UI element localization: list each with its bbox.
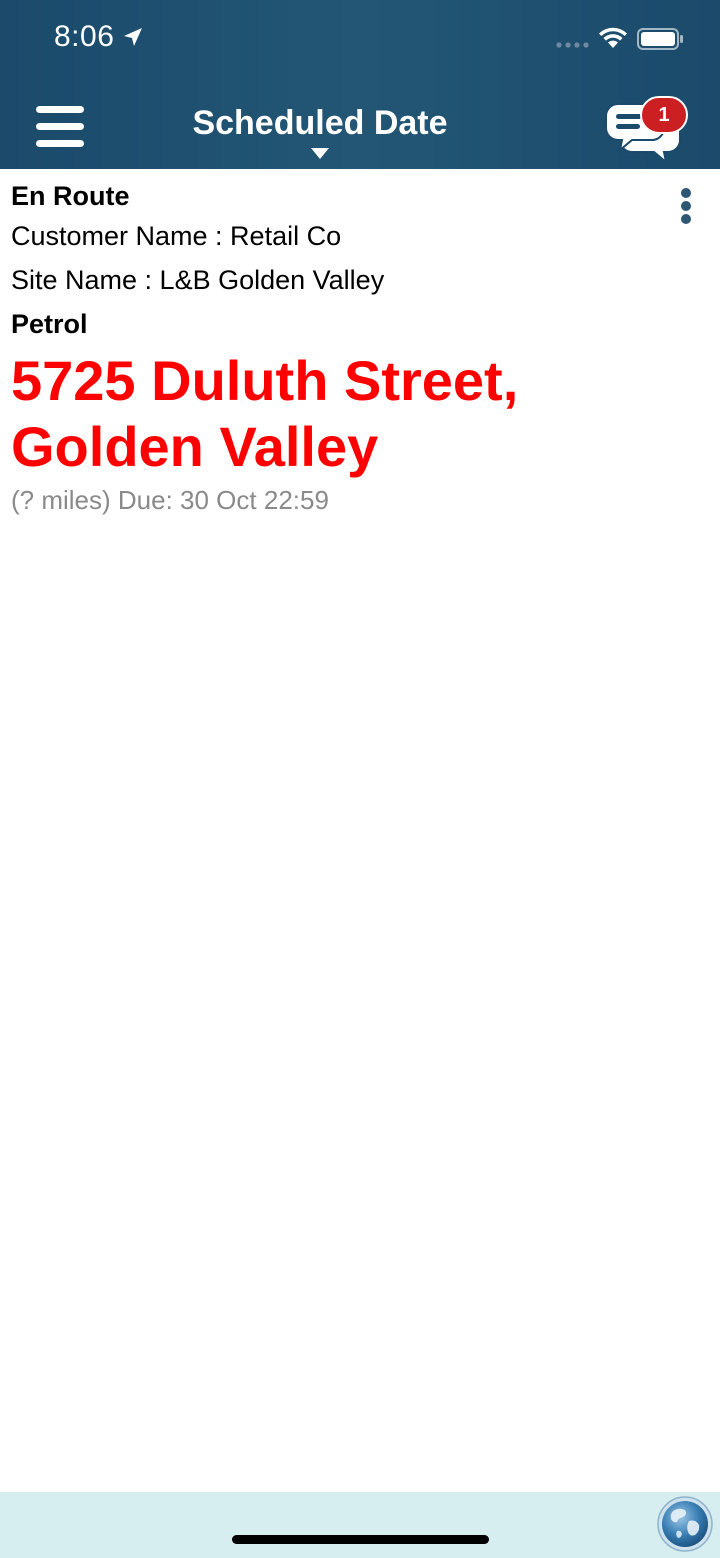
kebab-dot — [681, 201, 691, 211]
kebab-icon — [681, 188, 691, 198]
hamburger-icon — [36, 106, 84, 113]
page-title: Scheduled Date — [192, 104, 448, 142]
job-address: 5725 Duluth Street, Golden Valley — [11, 348, 671, 480]
kebab-dot — [681, 214, 691, 224]
wifi-icon — [599, 27, 627, 48]
due-info: (? miles) Due: 30 Oct 22:59 — [11, 485, 329, 515]
cellular-signal-icon — [556, 42, 589, 48]
unread-badge: 1 — [640, 96, 688, 134]
battery-icon — [637, 28, 683, 50]
menu-button[interactable] — [36, 106, 84, 148]
status-time: 8:06 — [54, 20, 115, 53]
hamburger-line — [36, 140, 84, 147]
caret-down-icon[interactable] — [311, 148, 329, 160]
bottom-bar — [0, 1492, 720, 1558]
app-header: 8:06 Scheduled Date 1 — [0, 0, 720, 169]
site-name: Site Name : L&B Golden Valley — [11, 265, 385, 295]
location-arrow-icon — [124, 28, 142, 46]
date-filter-dropdown[interactable]: Scheduled Date — [160, 104, 480, 143]
globe-icon[interactable] — [655, 1495, 715, 1553]
status-bar: 8:06 — [0, 0, 720, 80]
job-card[interactable]: En Route Customer Name : Retail Co Site … — [11, 178, 671, 520]
product-name: Petrol — [11, 309, 88, 339]
home-indicator[interactable] — [232, 1535, 489, 1544]
job-status: En Route — [11, 181, 130, 211]
more-options-button[interactable] — [676, 186, 696, 226]
hamburger-line — [36, 123, 84, 130]
customer-name: Customer Name : Retail Co — [11, 221, 342, 251]
address-line-2: Golden Valley — [11, 415, 379, 478]
address-line-1: 5725 Duluth Street, — [11, 349, 519, 412]
